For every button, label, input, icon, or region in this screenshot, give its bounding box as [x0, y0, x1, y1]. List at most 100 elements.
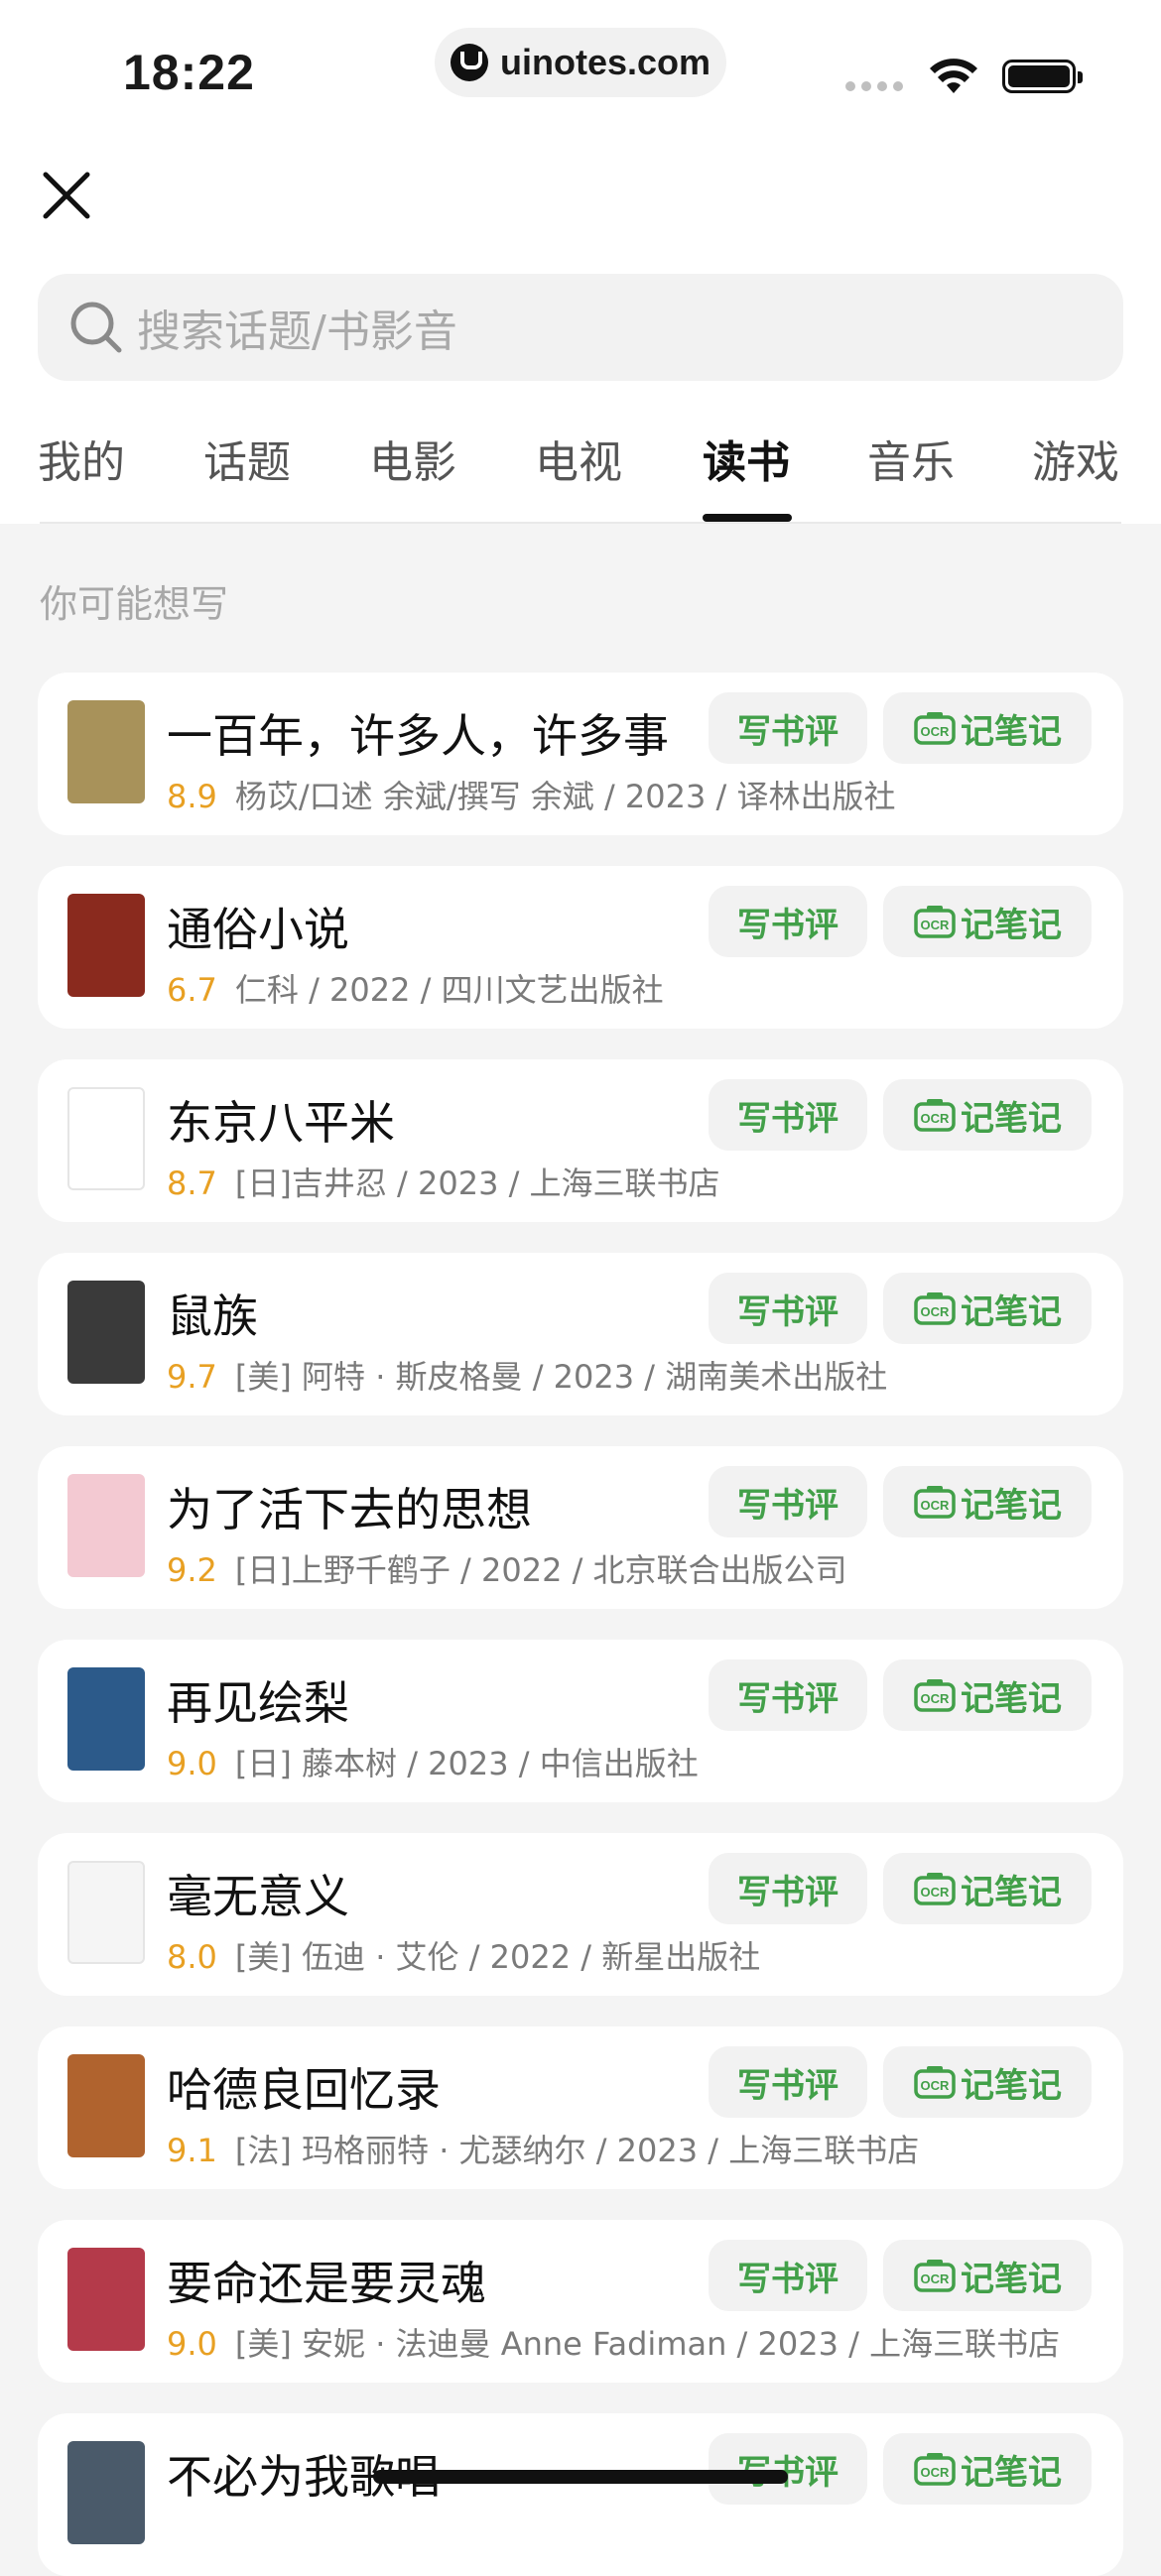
- book-meta: [日]上野千鹤子 / 2022 / 北京联合出版公司: [234, 1551, 847, 1589]
- ocr-camera-icon: OCR: [914, 906, 956, 938]
- book-meta: [美] 伍迪 · 艾伦 / 2022 / 新星出版社: [234, 1938, 761, 1976]
- tab-topics[interactable]: 话题: [203, 427, 291, 490]
- take-note-button[interactable]: OCR 记笔记: [883, 1273, 1092, 1344]
- take-note-button[interactable]: OCR 记笔记: [883, 2240, 1092, 2311]
- book-card[interactable]: 不必为我歌唱 写书评 OCR 记笔记: [38, 2413, 1123, 2576]
- book-title: 为了活下去的思想: [167, 1483, 532, 1536]
- book-score: 6.7: [167, 971, 217, 1009]
- book-cover: [67, 1281, 145, 1384]
- book-card[interactable]: 再见绘梨 9.0 [日] 藤本树 / 2023 / 中信出版社 写书评 OCR 记…: [38, 1640, 1123, 1802]
- svg-text:OCR: OCR: [921, 1498, 951, 1513]
- book-score: 8.9: [167, 778, 217, 815]
- take-note-button[interactable]: OCR 记笔记: [883, 1853, 1092, 1924]
- svg-text:OCR: OCR: [921, 2465, 951, 2480]
- ocr-camera-icon: OCR: [914, 1873, 956, 1905]
- tab-movies[interactable]: 电影: [369, 427, 456, 490]
- book-cover: [67, 1087, 145, 1190]
- write-review-button[interactable]: 写书评: [709, 1659, 867, 1731]
- book-meta-line: 9.7 [美] 阿特 · 斯皮格曼 / 2023 / 湖南美术出版社: [167, 1352, 887, 1398]
- ocr-camera-icon: OCR: [914, 1679, 956, 1712]
- take-note-label: 记笔记: [961, 711, 1062, 752]
- book-cover: [67, 1667, 145, 1771]
- book-meta-line: 9.1 [法] 玛格丽特 · 尤瑟纳尔 / 2023 / 上海三联书店: [167, 2126, 919, 2171]
- book-title: 毫无意义: [167, 1870, 349, 1923]
- search-icon: [70, 302, 122, 353]
- search-input[interactable]: 搜索话题/书影音: [137, 296, 457, 359]
- book-title: 要命还是要灵魂: [167, 2257, 486, 2310]
- close-icon[interactable]: [36, 165, 97, 226]
- write-review-button[interactable]: 写书评: [709, 2433, 867, 2505]
- book-cover: [67, 894, 145, 997]
- book-score: 9.7: [167, 1358, 217, 1396]
- svg-text:OCR: OCR: [921, 1111, 951, 1126]
- take-note-button[interactable]: OCR 记笔记: [883, 1079, 1092, 1151]
- tab-music[interactable]: 音乐: [867, 427, 955, 490]
- book-card[interactable]: 哈德良回忆录 9.1 [法] 玛格丽特 · 尤瑟纳尔 / 2023 / 上海三联书…: [38, 2026, 1123, 2189]
- tab-books[interactable]: 读书: [703, 427, 790, 490]
- book-meta: 仁科 / 2022 / 四川文艺出版社: [234, 971, 664, 1009]
- book-title: 鼠族: [167, 1289, 258, 1343]
- take-note-button[interactable]: OCR 记笔记: [883, 2046, 1092, 2118]
- tab-games[interactable]: 游戏: [1032, 427, 1119, 490]
- write-review-button[interactable]: 写书评: [709, 692, 867, 764]
- ocr-camera-icon: OCR: [914, 1099, 956, 1132]
- svg-text:OCR: OCR: [921, 918, 951, 932]
- ocr-camera-icon: OCR: [914, 1292, 956, 1325]
- book-cover: [67, 2054, 145, 2157]
- take-note-button[interactable]: OCR 记笔记: [883, 2433, 1092, 2505]
- category-tabs: 我的 话题 电影 电视 读书 音乐 游戏: [0, 427, 1161, 524]
- book-title: 通俗小说: [167, 903, 349, 956]
- book-meta: [美] 阿特 · 斯皮格曼 / 2023 / 湖南美术出版社: [234, 1358, 888, 1396]
- book-meta-line: 8.7 [日]吉井忍 / 2023 / 上海三联书店: [167, 1159, 720, 1204]
- site-logo-icon: [450, 44, 488, 81]
- take-note-button[interactable]: OCR 记笔记: [883, 1466, 1092, 1537]
- take-note-button[interactable]: OCR 记笔记: [883, 692, 1092, 764]
- book-meta-line: 8.9 杨苡/口述 余斌/撰写 余斌 / 2023 / 译林出版社: [167, 772, 896, 817]
- book-meta-line: 9.0 [日] 藤本树 / 2023 / 中信出版社: [167, 1739, 699, 1784]
- take-note-label: 记笔记: [961, 1291, 1062, 1332]
- svg-text:OCR: OCR: [921, 724, 951, 739]
- write-review-button[interactable]: 写书评: [709, 1853, 867, 1924]
- wifi-icon: [930, 59, 977, 93]
- book-title: 东京八平米: [167, 1096, 395, 1150]
- write-review-button[interactable]: 写书评: [709, 1466, 867, 1537]
- book-meta: [美] 安妮 · 法迪曼 Anne Fadiman / 2023 / 上海三联书…: [234, 2325, 1061, 2363]
- tab-mine[interactable]: 我的: [38, 427, 125, 490]
- book-score: 9.2: [167, 1551, 217, 1589]
- write-review-button[interactable]: 写书评: [709, 1273, 867, 1344]
- book-card[interactable]: 鼠族 9.7 [美] 阿特 · 斯皮格曼 / 2023 / 湖南美术出版社 写书评…: [38, 1253, 1123, 1415]
- book-title: 再见绘梨: [167, 1676, 349, 1730]
- book-meta: [法] 玛格丽特 · 尤瑟纳尔 / 2023 / 上海三联书店: [234, 2132, 920, 2169]
- ocr-camera-icon: OCR: [914, 712, 956, 745]
- write-review-button[interactable]: 写书评: [709, 886, 867, 957]
- write-review-button[interactable]: 写书评: [709, 1079, 867, 1151]
- ocr-camera-icon: OCR: [914, 2453, 956, 2486]
- book-card[interactable]: 要命还是要灵魂 9.0 [美] 安妮 · 法迪曼 Anne Fadiman / 2…: [38, 2220, 1123, 2383]
- url-pill[interactable]: uinotes.com: [435, 28, 726, 97]
- take-note-label: 记笔记: [961, 1678, 1062, 1719]
- book-title: 哈德良回忆录: [167, 2063, 441, 2117]
- take-note-button[interactable]: OCR 记笔记: [883, 886, 1092, 957]
- book-score: 9.0: [167, 1745, 217, 1782]
- status-time: 18:22: [123, 45, 255, 100]
- book-card[interactable]: 东京八平米 8.7 [日]吉井忍 / 2023 / 上海三联书店 写书评 OCR …: [38, 1059, 1123, 1222]
- ocr-camera-icon: OCR: [914, 2260, 956, 2292]
- svg-text:OCR: OCR: [921, 1885, 951, 1900]
- svg-text:OCR: OCR: [921, 1691, 951, 1706]
- book-meta-line: 6.7 仁科 / 2022 / 四川文艺出版社: [167, 965, 664, 1011]
- write-review-button[interactable]: 写书评: [709, 2046, 867, 2118]
- book-card[interactable]: 一百年，许多人，许多事 8.9 杨苡/口述 余斌/撰写 余斌 / 2023 / 译…: [38, 673, 1123, 835]
- take-note-label: 记笔记: [961, 1098, 1062, 1139]
- book-card[interactable]: 毫无意义 8.0 [美] 伍迪 · 艾伦 / 2022 / 新星出版社 写书评 O…: [38, 1833, 1123, 1996]
- book-meta-line: [167, 2513, 185, 2550]
- tab-tv[interactable]: 电视: [535, 427, 622, 490]
- take-note-button[interactable]: OCR 记笔记: [883, 1659, 1092, 1731]
- book-title: 一百年，许多人，许多事: [167, 709, 669, 763]
- search-bar[interactable]: 搜索话题/书影音: [38, 274, 1123, 381]
- tabs-divider: [40, 522, 1121, 524]
- book-card[interactable]: 为了活下去的思想 9.2 [日]上野千鹤子 / 2022 / 北京联合出版公司 写…: [38, 1446, 1123, 1609]
- take-note-label: 记笔记: [961, 2065, 1062, 2106]
- svg-text:OCR: OCR: [921, 2078, 951, 2093]
- book-card[interactable]: 通俗小说 6.7 仁科 / 2022 / 四川文艺出版社 写书评 OCR 记笔记: [38, 866, 1123, 1029]
- write-review-button[interactable]: 写书评: [709, 2240, 867, 2311]
